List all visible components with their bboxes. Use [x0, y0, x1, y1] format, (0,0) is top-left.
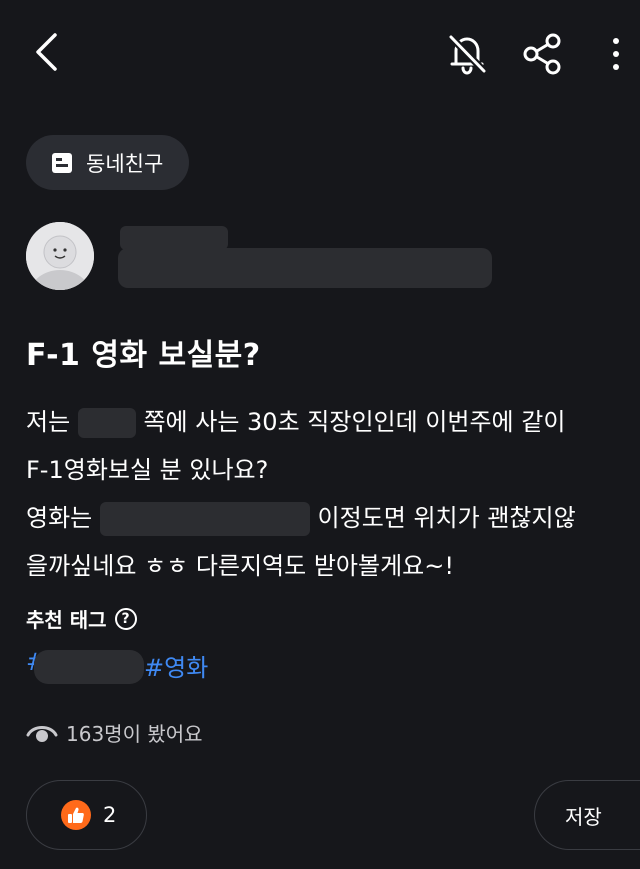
- tag-link-movie[interactable]: #영화: [144, 648, 208, 683]
- body-line: 을까싶네요 ㅎㅎ 다른지역도 받아볼게요~!: [26, 552, 454, 580]
- post-body: 저는 쪽에 사는 30초 직장인인데 이번주에 같이 F-1영화보실 분 있나요…: [26, 398, 626, 590]
- view-count-text: 163명이 봤어요: [66, 722, 203, 746]
- body-line: F-1영화보실 분 있나요?: [26, 456, 269, 484]
- back-button[interactable]: [22, 24, 70, 80]
- avatar-face-icon: [26, 222, 94, 290]
- eye-icon: [26, 725, 58, 742]
- body-line: 영화는 이정도면 위치가 괜찮지않: [26, 494, 626, 542]
- top-bar: [0, 0, 640, 110]
- like-count: 2: [103, 803, 117, 827]
- like-button[interactable]: 2: [26, 780, 147, 850]
- redacted-tag: [34, 650, 144, 684]
- share-icon: [523, 33, 561, 75]
- thumbs-up-icon: [61, 800, 91, 830]
- save-button[interactable]: 저장: [534, 780, 640, 850]
- question-circle-icon[interactable]: ?: [114, 607, 137, 630]
- more-options-button[interactable]: [596, 28, 636, 80]
- chevron-left-icon: [36, 33, 57, 71]
- recommended-tags-heading: 추천 태그 ?: [26, 604, 137, 633]
- bell-off-icon: [448, 34, 487, 75]
- body-text: 저는: [26, 408, 71, 436]
- share-button[interactable]: [516, 28, 568, 80]
- post-title: F-1 영화 보실분?: [26, 338, 261, 373]
- redacted-author-name: [120, 226, 228, 250]
- body-text: 쪽에 사는 30초 직장인인데 이번주에 같이: [143, 408, 566, 436]
- redacted-author-info: [118, 248, 492, 288]
- tags-heading-label: 추천 태그: [26, 608, 107, 632]
- category-chip[interactable]: 동네친구: [26, 135, 189, 190]
- redacted-text: [77, 408, 136, 438]
- category-label: 동네친구: [86, 151, 164, 176]
- body-text: 이정도면 위치가 괜찮지않: [317, 504, 576, 532]
- author-section[interactable]: [26, 222, 626, 292]
- save-label: 저장: [565, 804, 602, 829]
- more-vertical-icon: [613, 38, 619, 70]
- body-text: 영화는: [26, 504, 93, 532]
- notification-toggle-button[interactable]: [440, 28, 494, 80]
- redacted-text: [99, 502, 310, 536]
- avatar[interactable]: [26, 222, 94, 290]
- view-count: 163명이 봤어요: [26, 718, 203, 747]
- board-icon: [52, 152, 72, 173]
- body-line: 저는 쪽에 사는 30초 직장인인데 이번주에 같이: [26, 398, 626, 446]
